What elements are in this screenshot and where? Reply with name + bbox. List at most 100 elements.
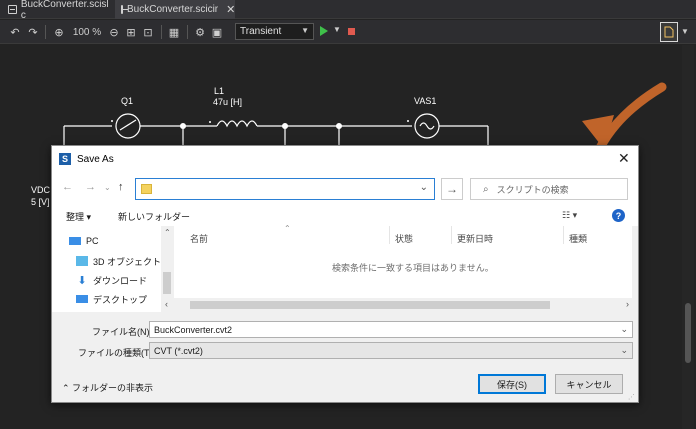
zoom-in-icon[interactable]: ⊕ bbox=[52, 24, 66, 40]
view-options-icon[interactable]: ☷ ▾ bbox=[562, 210, 577, 221]
tab-label: BuckConverter.scisl c bbox=[20, 0, 109, 21]
filename-label: ファイル名(N): bbox=[92, 327, 152, 337]
cube-icon bbox=[76, 256, 88, 266]
column-divider bbox=[451, 226, 452, 244]
undo-icon[interactable]: ↶ bbox=[8, 24, 22, 40]
grid-icon[interactable]: ▦ bbox=[167, 24, 181, 40]
hide-folders-toggle[interactable]: ⌃ フォルダーの非表示 bbox=[62, 381, 153, 394]
tab-label: BuckConverter.scicir bbox=[127, 4, 219, 15]
l1-label: L1 bbox=[214, 86, 225, 96]
nav-item-label: 3D オブジェクト bbox=[93, 256, 162, 267]
zoom-level: 100 % bbox=[72, 26, 102, 38]
stop-icon[interactable] bbox=[348, 28, 355, 35]
nav-item-label: PC bbox=[86, 236, 99, 246]
chevron-up-icon[interactable]: ⌃ bbox=[164, 228, 171, 237]
nav-item-label: デスクトップ bbox=[93, 294, 148, 305]
column-header-status[interactable]: 状態 bbox=[395, 232, 413, 245]
filetype-select[interactable]: CVT (*.cvt2) ⌄ bbox=[149, 342, 633, 359]
zoom-area-icon[interactable]: ⊡ bbox=[141, 24, 155, 40]
resize-grip-icon[interactable]: ⋰ bbox=[628, 393, 635, 401]
filename-value: BuckConverter.cvt2 bbox=[154, 324, 233, 335]
vas1-label: VAS1 bbox=[414, 96, 437, 106]
nav-item-pc[interactable]: PC bbox=[69, 232, 99, 250]
nav-item-downloads[interactable]: ⬇ ダウンロード bbox=[76, 271, 147, 289]
computer-icon bbox=[69, 237, 81, 245]
chevron-right-icon[interactable]: › bbox=[626, 299, 629, 309]
cancel-button[interactable]: キャンセル bbox=[555, 374, 623, 394]
zoom-out-icon[interactable]: ⊖ bbox=[107, 24, 121, 40]
redo-icon[interactable]: ↷ bbox=[26, 24, 40, 40]
save-as-dialog: S Save As ✕ ← → ⌄ ↑ ⌄ → ⌕ スクリプトの検索 整理 ▾ … bbox=[51, 145, 639, 403]
toolbar-divider bbox=[187, 25, 188, 39]
forward-arrow-icon[interactable]: → bbox=[85, 181, 96, 193]
desktop-icon bbox=[76, 295, 88, 303]
search-input[interactable]: ⌕ スクリプトの検索 bbox=[470, 178, 628, 200]
organize-button[interactable]: 整理 ▾ bbox=[66, 210, 91, 223]
go-arrow-icon[interactable]: → bbox=[441, 178, 463, 200]
download-icon: ⬇ bbox=[77, 274, 87, 287]
vdc-label: VDC bbox=[31, 185, 51, 195]
close-icon[interactable]: ✕ bbox=[226, 3, 235, 16]
navigation-pane: PC 3D オブジェクト ⬇ ダウンロード デスクトップ bbox=[52, 226, 173, 312]
q1-label: Q1 bbox=[121, 96, 134, 106]
file-list: 名前 ⌃ 状態 更新日時 種類 検索条件に一致する項目はありません。 bbox=[174, 224, 632, 302]
save-button[interactable]: 保存(S) bbox=[478, 374, 546, 394]
image-icon[interactable]: ▣ bbox=[210, 24, 224, 40]
vdc-value: 5 [V] bbox=[31, 197, 50, 207]
scrollbar-thumb[interactable] bbox=[163, 272, 171, 294]
command-bar: 整理 ▾ 新しいフォルダー ☷ ▾ ? bbox=[52, 206, 638, 226]
column-header-modified[interactable]: 更新日時 bbox=[457, 232, 493, 245]
search-placeholder: スクリプトの検索 bbox=[496, 184, 569, 195]
horizontal-scrollbar[interactable]: ‹ › bbox=[162, 298, 636, 312]
chevron-left-icon[interactable]: ‹ bbox=[165, 299, 168, 309]
simulation-mode-select[interactable]: Transient ▼ bbox=[235, 23, 314, 40]
chevron-down-icon[interactable]: ⌄ bbox=[420, 182, 428, 193]
recent-chevron-icon[interactable]: ⌄ bbox=[104, 183, 111, 192]
chevron-up-icon: ⌃ bbox=[62, 383, 73, 393]
file-icon bbox=[8, 5, 17, 14]
scrollbar-thumb[interactable] bbox=[685, 303, 691, 363]
empty-message: 検索条件に一致する項目はありません。 bbox=[332, 263, 494, 273]
column-header-type[interactable]: 種類 bbox=[569, 232, 587, 245]
close-icon[interactable]: ✕ bbox=[618, 150, 630, 167]
scrollbar-thumb[interactable] bbox=[190, 301, 550, 309]
dialog-title: Save As bbox=[77, 154, 114, 165]
tab-bar: BuckConverter.scisl c BuckConverter.scic… bbox=[0, 0, 696, 21]
folder-icon bbox=[141, 184, 152, 194]
zoom-fit-icon[interactable]: ⊞ bbox=[124, 24, 138, 40]
new-folder-button[interactable]: 新しいフォルダー bbox=[118, 210, 190, 223]
sort-chevron-icon: ⌃ bbox=[284, 224, 291, 233]
app-window: BuckConverter.scisl c BuckConverter.scic… bbox=[0, 0, 696, 429]
tab-buckconverter-scisl[interactable]: BuckConverter.scisl c bbox=[2, 0, 114, 21]
filetype-label: ファイルの種類(T): bbox=[78, 348, 155, 358]
vertical-scrollbar[interactable] bbox=[682, 45, 694, 429]
filetype-value: CVT (*.cvt2) bbox=[154, 345, 203, 356]
chevron-down-icon[interactable]: ▼ bbox=[681, 27, 689, 36]
up-arrow-icon[interactable]: ↑ bbox=[118, 181, 124, 193]
dialog-titlebar: S Save As ✕ bbox=[52, 146, 638, 173]
column-divider bbox=[563, 226, 564, 244]
nav-item-desktop[interactable]: デスクトップ bbox=[76, 290, 147, 308]
l1-value: 47u [H] bbox=[213, 97, 243, 107]
column-header-name[interactable]: 名前 bbox=[190, 232, 208, 245]
chevron-down-icon[interactable]: ⌄ bbox=[620, 345, 628, 356]
chevron-down-icon: ▼ bbox=[301, 26, 309, 35]
back-arrow-icon[interactable]: ← bbox=[62, 181, 73, 193]
nav-item-3d-objects[interactable]: 3D オブジェクト bbox=[76, 252, 161, 270]
export-button[interactable] bbox=[660, 22, 678, 42]
toolbar-divider bbox=[45, 25, 46, 39]
address-bar[interactable]: ⌄ bbox=[135, 178, 435, 200]
address-row: ← → ⌄ ↑ ⌄ → ⌕ スクリプトの検索 bbox=[52, 173, 638, 206]
play-icon[interactable] bbox=[320, 26, 328, 36]
hide-folders-label: フォルダーの非表示 bbox=[72, 383, 154, 393]
app-logo-icon: S bbox=[59, 153, 71, 165]
column-divider bbox=[389, 226, 390, 244]
gear-icon[interactable]: ⚙ bbox=[193, 24, 207, 40]
chevron-down-icon[interactable]: ▼ bbox=[333, 25, 341, 34]
search-icon: ⌕ bbox=[483, 183, 489, 195]
help-icon[interactable]: ? bbox=[612, 209, 625, 222]
chevron-down-icon[interactable]: ⌄ bbox=[620, 324, 628, 335]
toolbar-divider bbox=[161, 25, 162, 39]
filename-input[interactable]: BuckConverter.cvt2 ⌄ bbox=[149, 321, 633, 338]
tab-buckconverter-scicir[interactable]: BuckConverter.scicir ✕ bbox=[115, 0, 235, 19]
